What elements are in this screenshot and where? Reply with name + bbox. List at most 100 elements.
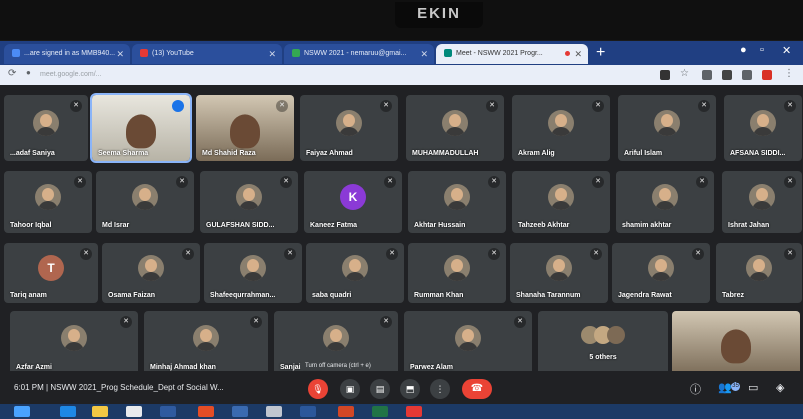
mic-muted-icon: ✕	[120, 316, 132, 328]
meet-icon	[444, 49, 452, 58]
edge-icon[interactable]	[60, 406, 76, 417]
participant-tile[interactable]: ✕ ...adaf Saniya	[4, 95, 88, 161]
participant-tile[interactable]: Seema Sharma	[90, 93, 192, 163]
participant-tile[interactable]: ✕ Tahoor Iqbal	[4, 171, 92, 233]
participant-name: Seema Sharma	[98, 150, 149, 157]
mic-muted-icon: ✕	[250, 316, 262, 328]
participant-tile[interactable]: ✕ Tahzeeb Akhtar	[512, 171, 610, 233]
participant-tile[interactable]: ✕ Shafeequrrahman...	[204, 243, 302, 303]
word-icon[interactable]	[300, 406, 316, 417]
participant-tile[interactable]: ✕ shamim akhtar	[616, 171, 714, 233]
chrome-icon[interactable]	[126, 406, 142, 417]
participant-video	[721, 329, 751, 364]
avatar	[323, 324, 349, 351]
chat-icon[interactable]: ▭	[748, 381, 758, 394]
participant-name: Akhtar Hussain	[414, 222, 466, 229]
present-button[interactable]: ⬒	[400, 379, 420, 399]
close-tab-icon[interactable]: ✕	[116, 44, 124, 64]
participant-tile[interactable]: ✕ Md Shahid Raza	[196, 95, 294, 161]
mic-muted-icon: ✕	[384, 176, 396, 188]
file-explorer-icon[interactable]	[92, 406, 108, 417]
browser-tab-3[interactable]: NSWW 2021 - nemaruu@gmai... ✕	[284, 44, 434, 64]
participant-tile[interactable]: ✕ Minhaj Ahmad khan	[144, 311, 268, 375]
participant-tile[interactable]: ✕ saba quadri	[306, 243, 404, 303]
excel-icon[interactable]	[372, 406, 388, 417]
participant-tile[interactable]: ✕ Rumman Khan	[408, 243, 506, 303]
end-call-button[interactable]: ☎	[462, 379, 492, 399]
people-icon[interactable]: 👥	[718, 381, 732, 394]
taskbar-app-icon[interactable]	[232, 406, 248, 417]
activities-icon[interactable]: ◈	[776, 381, 784, 394]
star-icon[interactable]: ☆	[680, 68, 689, 79]
participant-video	[230, 114, 260, 149]
participant-tile[interactable]: 5 others	[538, 311, 668, 375]
participant-tile[interactable]: ✕ Ishrat Jahan	[722, 171, 802, 233]
participant-name: 5 others	[589, 354, 617, 361]
extension-icon[interactable]	[702, 70, 712, 80]
mic-muted-icon: ✕	[182, 248, 194, 260]
menu-icon[interactable]: ⋮	[784, 68, 794, 79]
camera-indicator-icon[interactable]	[660, 70, 670, 80]
meet-bottombar: 6:01 PM | NSWW 2021_Prog Schedule_Dept o…	[0, 371, 803, 404]
new-tab-button[interactable]: +	[596, 44, 605, 62]
participant-video	[126, 114, 156, 149]
participant-tile[interactable]	[672, 311, 800, 375]
url-field[interactable]: meet.google.com/...	[40, 68, 640, 82]
participant-name: Jagendra Rawat	[618, 292, 672, 299]
browser-tab-4[interactable]: Meet - NSWW 2021 Progr... ✕	[436, 44, 588, 64]
participant-tile[interactable]: K ✕ Kaneez Fatma	[304, 171, 402, 233]
participant-tile[interactable]: ✕ Tabrez	[716, 243, 802, 303]
extension-icon[interactable]	[762, 70, 772, 80]
taskbar-app-icon[interactable]	[266, 406, 282, 417]
participant-tile[interactable]: ✕ MUHAMMADULLAH	[406, 95, 504, 161]
browser-tab-1[interactable]: ...are signed in as MMB940... ✕	[4, 44, 130, 64]
participant-tile[interactable]: ✕ AFSANA SIDDI...	[724, 95, 802, 161]
participant-tile[interactable]: ✕ Md Israr	[96, 171, 194, 233]
minimize-icon[interactable]: ●	[740, 44, 747, 56]
participant-tile[interactable]: ✕ Ariful Islam	[618, 95, 716, 161]
info-icon[interactable]: ⓘ	[690, 381, 701, 397]
participant-tile[interactable]: ✕ Shanaha Tarannum	[510, 243, 608, 303]
avatar	[746, 255, 772, 282]
participant-tile[interactable]: ✕ Jagendra Rawat	[612, 243, 710, 303]
captions-button[interactable]: ▤	[370, 379, 390, 399]
participant-name: Kaneez Fatma	[310, 222, 358, 229]
restore-icon[interactable]: ▫	[760, 44, 764, 56]
browser-tab-2[interactable]: (13) YouTube ✕	[132, 44, 282, 64]
mic-muted-icon: ✕	[176, 176, 188, 188]
participant-tile[interactable]: ✕ Osama Faizan	[102, 243, 200, 303]
avatar	[342, 255, 368, 282]
pdf-icon[interactable]	[406, 406, 422, 417]
extension-icon[interactable]	[722, 70, 732, 80]
taskbar-app-icon[interactable]	[198, 406, 214, 417]
participant-name: MUHAMMADULLAH	[412, 150, 479, 157]
start-icon[interactable]	[14, 406, 30, 417]
reload-icon[interactable]: ⟳	[8, 68, 16, 79]
camera-toggle-button[interactable]: ▣	[340, 379, 360, 399]
extension-icon[interactable]	[742, 70, 752, 80]
avatar	[652, 184, 678, 211]
close-tab-icon[interactable]: ✕	[420, 44, 428, 64]
avatar	[138, 255, 164, 282]
participant-tile[interactable]: ✕ Faiyaz Ahmad	[300, 95, 398, 161]
mic-toggle-button[interactable]: 🎙	[308, 379, 328, 399]
mic-muted-icon: ✕	[284, 248, 296, 260]
participant-tile[interactable]: ✕ Azfar Azmi	[10, 311, 138, 375]
participant-name: Osama Faizan	[108, 292, 156, 299]
participant-tile[interactable]: ✕ Akhtar Hussain	[408, 171, 506, 233]
participant-tile[interactable]: ✕ Parwez Alam	[404, 311, 532, 375]
lock-icon: ●	[26, 68, 31, 77]
more-options-button[interactable]: ⋮	[430, 379, 450, 399]
participant-tile[interactable]: ✕ Akram Alig	[512, 95, 610, 161]
participant-name: GULAFSHAN SIDD...	[206, 222, 275, 229]
window-close-icon[interactable]: ✕	[782, 44, 791, 57]
close-tab-icon[interactable]: ✕	[268, 44, 276, 64]
avatar	[444, 184, 470, 211]
clock: 6:01 PM	[14, 383, 44, 392]
avatar	[749, 184, 775, 211]
participant-tile[interactable]: T ✕ Tariq anam	[4, 243, 98, 303]
close-tab-icon[interactable]: ✕	[574, 44, 582, 64]
participant-tile[interactable]: ✕ GULAFSHAN SIDD...	[200, 171, 298, 233]
powerpoint-icon[interactable]	[338, 406, 354, 417]
taskbar-app-icon[interactable]	[160, 406, 176, 417]
